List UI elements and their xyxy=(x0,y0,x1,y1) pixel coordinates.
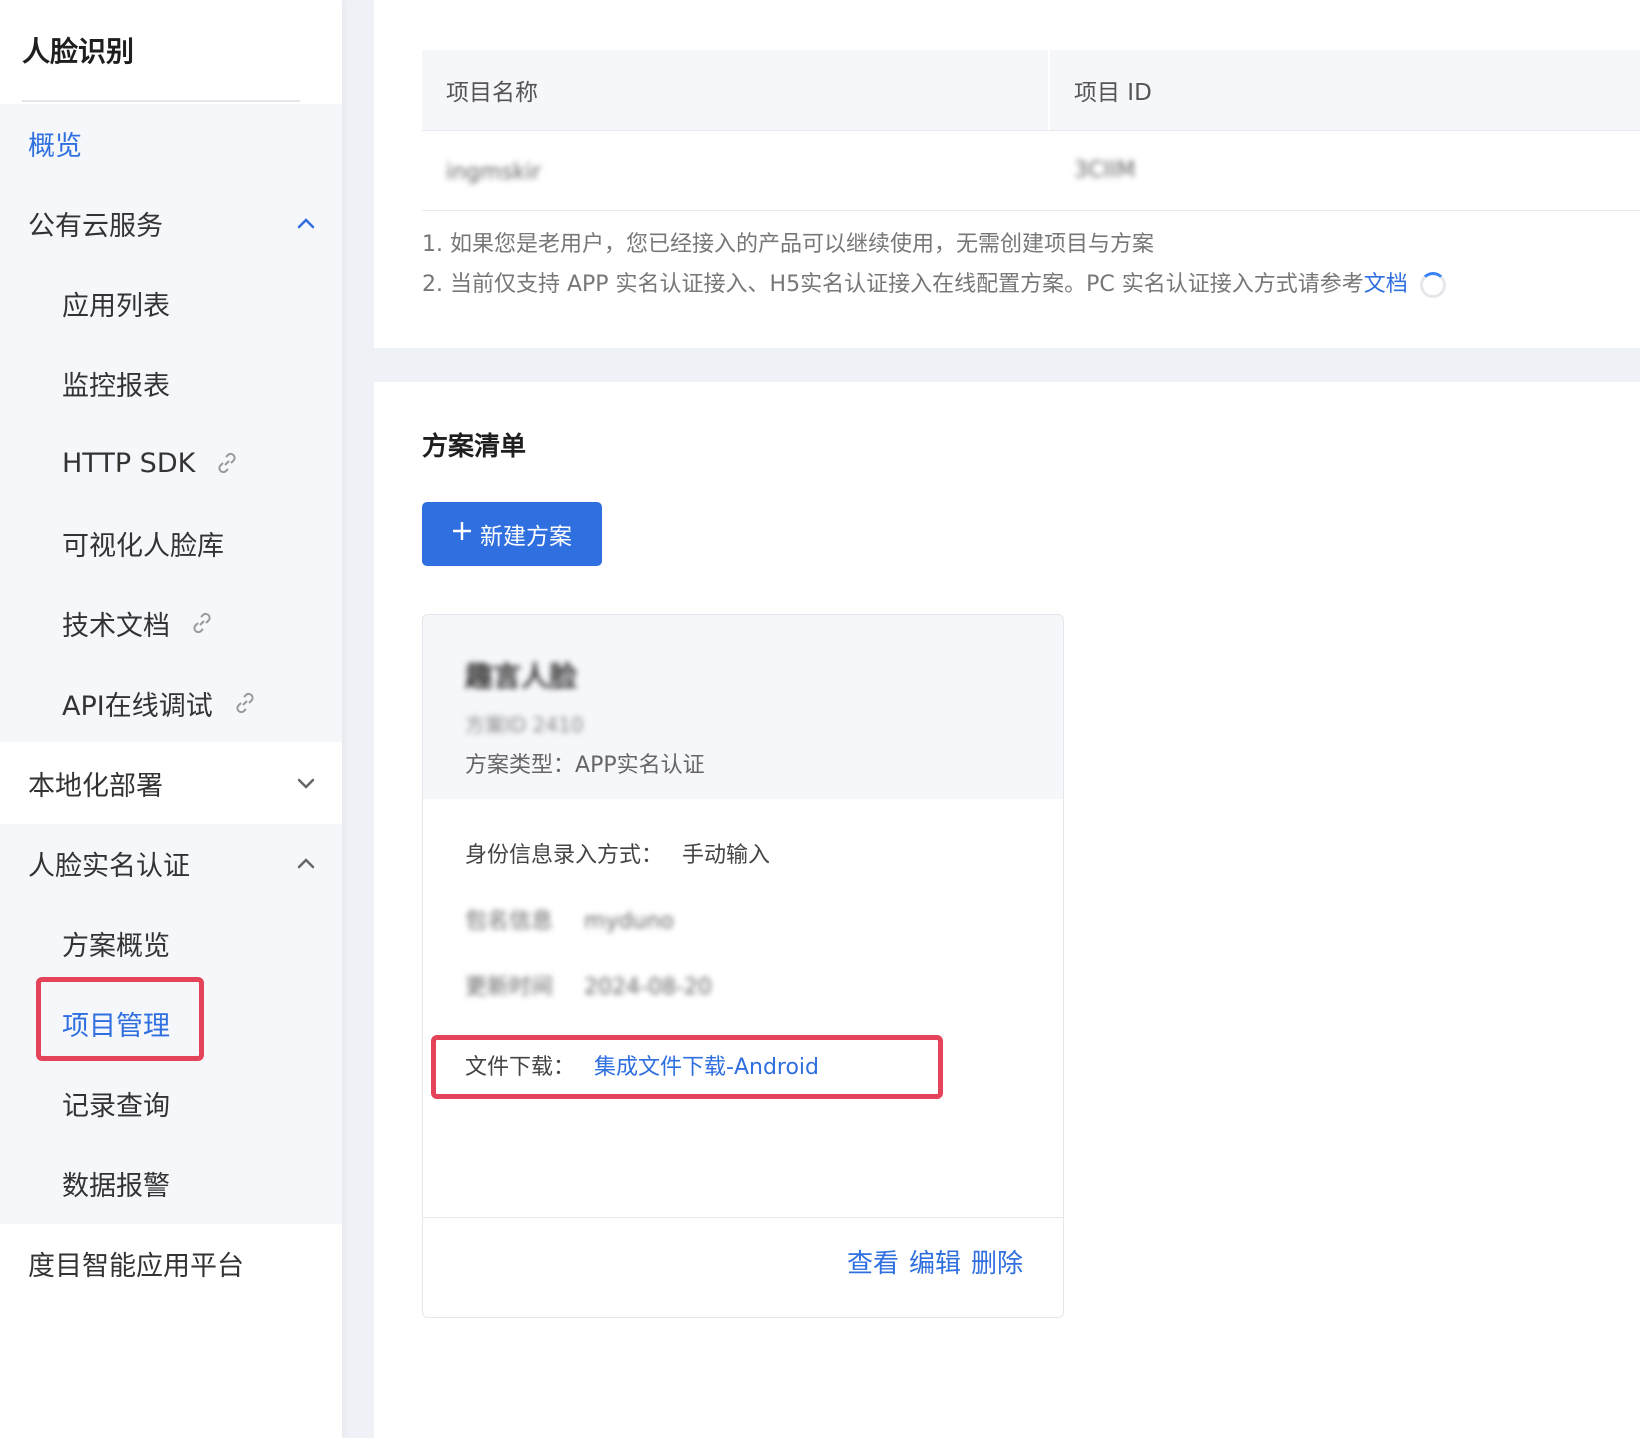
sidebar-item-label: 度目智能应用平台 xyxy=(28,1250,244,1282)
sidebar-item-label: 本地化部署 xyxy=(28,770,163,802)
divider xyxy=(22,100,300,102)
sidebar-item-overview[interactable]: 概览 xyxy=(0,104,342,182)
new-plan-button[interactable]: 新建方案 xyxy=(422,502,602,566)
project-panel: 项目名称 项目 ID ingmskir 3CIIM 1. 如果您是老用户，您已经… xyxy=(374,0,1640,348)
sidebar-item-label: 概览 xyxy=(28,130,82,162)
plan-type-label: 方案类型： xyxy=(465,753,576,778)
column-header-project-name: 项目名称 xyxy=(446,80,538,106)
view-button[interactable]: 查看 xyxy=(847,1243,899,1280)
sidebar-item-data-alert[interactable]: 数据报警 xyxy=(0,1144,342,1222)
table-header: 项目名称 项目 ID xyxy=(422,50,1640,131)
sidebar-item-tech-docs[interactable]: 技术文档 xyxy=(0,584,342,662)
sidebar-item-http-sdk[interactable]: HTTP SDK xyxy=(0,424,342,502)
sidebar-item-label: 人脸实名认证 xyxy=(28,850,190,882)
plan-card-actions: 查看 编辑 删除 xyxy=(847,1243,1023,1280)
new-plan-label: 新建方案 xyxy=(480,524,572,550)
package-value: myduno xyxy=(584,909,674,934)
chevron-up-icon xyxy=(292,849,320,877)
sidebar-item-public-cloud[interactable]: 公有云服务 xyxy=(0,184,342,262)
note-line-2-text: 2. 当前仅支持 APP 实名认证接入、H5实名认证接入在线配置方案。PC 实名… xyxy=(422,272,1364,297)
chevron-down-icon xyxy=(292,769,320,797)
sidebar-item-label: 公有云服务 xyxy=(28,210,163,242)
input-method-label: 身份信息录入方式： xyxy=(465,843,664,868)
plan-card: 趣言人脸 方案ID 2410 方案类型：APP实名认证 身份信息录入方式： 手动… xyxy=(422,614,1064,1318)
input-method-row: 身份信息录入方式： 手动输入 xyxy=(465,837,770,869)
column-header-project-id: 项目 ID xyxy=(1074,80,1152,106)
note-line-1: 1. 如果您是老用户，您已经接入的产品可以继续使用，无需创建项目与方案 xyxy=(422,232,1154,257)
divider xyxy=(423,1217,1063,1218)
sidebar-item-label: 数据报警 xyxy=(62,1170,170,1202)
plus-icon xyxy=(452,521,472,547)
package-row: 包名信息 myduno xyxy=(465,903,674,935)
sidebar-item-label: 记录查询 xyxy=(62,1090,170,1122)
package-label: 包名信息 xyxy=(465,909,554,934)
project-name-cell: ingmskir xyxy=(446,160,541,185)
link-icon xyxy=(213,449,241,477)
plan-name: 趣言人脸 xyxy=(465,660,578,693)
link-icon xyxy=(188,609,216,637)
delete-button[interactable]: 删除 xyxy=(971,1243,1023,1280)
update-time-value: 2024-08-20 xyxy=(584,975,712,1000)
update-time-label: 更新时间 xyxy=(465,975,554,1000)
sidebar-item-record-query[interactable]: 记录查询 xyxy=(0,1064,342,1142)
divider xyxy=(1048,50,1050,130)
sidebar-item-monitor[interactable]: 监控报表 xyxy=(0,344,342,422)
sidebar-item-label: 技术文档 xyxy=(62,610,170,642)
plan-id: 方案ID 2410 xyxy=(465,713,584,737)
highlight-box xyxy=(431,1035,943,1099)
sidebar-item-label: 监控报表 xyxy=(62,370,170,402)
sidebar-item-dumu-platform[interactable]: 度目智能应用平台 xyxy=(0,1224,342,1302)
note-line-2: 2. 当前仅支持 APP 实名认证接入、H5实名认证接入在线配置方案。PC 实名… xyxy=(422,266,1446,298)
divider xyxy=(422,210,1640,211)
sidebar-title: 人脸识别 xyxy=(22,35,135,68)
sidebar-item-app-list[interactable]: 应用列表 xyxy=(0,264,342,342)
edit-button[interactable]: 编辑 xyxy=(909,1243,961,1280)
chevron-up-icon xyxy=(292,209,320,237)
sidebar-item-local-deploy[interactable]: 本地化部署 xyxy=(0,744,342,822)
plan-card-header: 趣言人脸 方案ID 2410 方案类型：APP实名认证 xyxy=(423,615,1063,799)
sidebar-item-label: 可视化人脸库 xyxy=(62,530,224,562)
sidebar-item-api-debug[interactable]: API在线调试 xyxy=(0,664,342,742)
project-id-cell: 3CIIM xyxy=(1074,158,1136,183)
doc-link[interactable]: 文档 xyxy=(1364,272,1408,297)
link-icon xyxy=(231,689,259,717)
update-time-row: 更新时间 2024-08-20 xyxy=(465,969,712,1001)
sidebar: 人脸识别 概览 公有云服务 应用列表 监控报表 HTTP SDK 可视化人脸库 … xyxy=(0,0,342,1438)
highlight-box xyxy=(36,977,204,1061)
sidebar-item-label: API在线调试 xyxy=(62,690,213,722)
sidebar-item-plan-overview[interactable]: 方案概览 xyxy=(0,904,342,982)
plan-type: 方案类型：APP实名认证 xyxy=(465,747,705,779)
input-method-value: 手动输入 xyxy=(682,843,771,868)
sidebar-item-face-lib[interactable]: 可视化人脸库 xyxy=(0,504,342,582)
plan-type-value: APP实名认证 xyxy=(575,753,705,778)
sidebar-item-label: HTTP SDK xyxy=(62,447,196,479)
sidebar-item-label: 方案概览 xyxy=(62,930,170,962)
plan-list-panel: 方案清单 新建方案 趣言人脸 方案ID 2410 方案类型：APP实名认证 身份… xyxy=(374,382,1640,1438)
loading-spinner-icon xyxy=(1419,272,1446,298)
sidebar-item-face-verify[interactable]: 人脸实名认证 xyxy=(0,824,342,902)
section-title: 方案清单 xyxy=(422,432,527,462)
sidebar-item-label: 应用列表 xyxy=(62,290,170,322)
